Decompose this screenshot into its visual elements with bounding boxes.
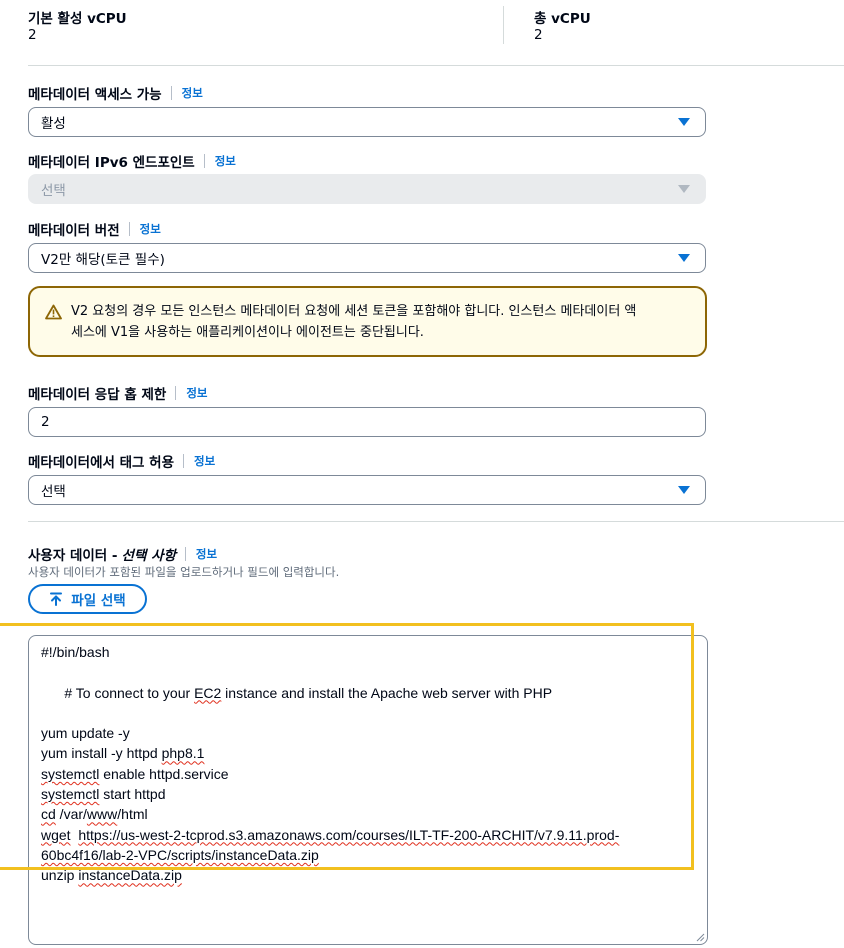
script-text: /var/ bbox=[55, 806, 87, 823]
metadata-ipv6-select-value: 선택 bbox=[41, 183, 66, 199]
user-data-label-text: 사용자 데이터 - bbox=[28, 548, 118, 564]
script-line: systemctl start httpd bbox=[41, 784, 695, 804]
hop-limit-label-text: 메타데이터 응답 홉 제한 bbox=[28, 387, 167, 403]
warning-alert-line: 세스에 V1을 사용하는 애플리케이션이나 에이전트는 중단됩니다. bbox=[71, 325, 424, 340]
metadata-version-select[interactable]: V2만 해당(토큰 필수) bbox=[28, 243, 706, 273]
metadata-tags-select-value: 선택 bbox=[41, 484, 66, 500]
hop-limit-input-value: 2 bbox=[41, 414, 50, 430]
metadata-access-label: 메타데이터 액세스 가능 정보 bbox=[28, 83, 203, 103]
user-data-optional-text: 선택 사항 bbox=[121, 548, 176, 564]
user-data-info-link[interactable]: 정보 bbox=[196, 546, 217, 562]
warning-icon bbox=[45, 304, 62, 320]
script-line: systemctl enable httpd.service bbox=[41, 764, 695, 784]
user-data-description: 사용자 데이터가 포함된 파일을 업로드하거나 필드에 입력합니다. bbox=[28, 565, 340, 579]
metadata-ipv6-select: 선택 bbox=[28, 174, 706, 204]
script-text: unzip bbox=[41, 867, 79, 884]
label-separator bbox=[175, 386, 177, 400]
section-divider bbox=[28, 65, 844, 66]
script-text: cd bbox=[41, 806, 56, 823]
default-vcpu-value: 2 bbox=[28, 27, 37, 43]
label-separator bbox=[170, 86, 172, 100]
metadata-access-select-value: 활성 bbox=[41, 116, 66, 132]
script-text: systemctl bbox=[41, 786, 100, 803]
script-text: wget bbox=[41, 826, 71, 843]
warning-alert: V2 요청의 경우 모든 인스턴스 메타데이터 요청에 세션 토큰을 포함해야 … bbox=[28, 286, 707, 357]
default-vcpu-label: 기본 활성 vCPU bbox=[28, 11, 127, 27]
script-text: instance and install the Apache web serv… bbox=[221, 684, 553, 701]
metadata-tags-info-link[interactable]: 정보 bbox=[194, 453, 215, 469]
script-text: EC2 bbox=[194, 684, 222, 701]
metadata-tags-select[interactable]: 선택 bbox=[28, 475, 706, 505]
metadata-access-label-text: 메타데이터 액세스 가능 bbox=[28, 87, 162, 103]
metadata-version-label: 메타데이터 버전 정보 bbox=[28, 219, 161, 239]
script-line: wget https://us-west-2-tcprod.s3.amazona… bbox=[41, 825, 695, 845]
metadata-tags-label: 메타데이터에서 태그 허용 정보 bbox=[28, 451, 215, 471]
total-vcpu-value: 2 bbox=[534, 27, 543, 43]
script-text: https://us-west-2-tcprod.s3.amazonaws.co… bbox=[78, 826, 620, 843]
script-text: # To connect to your bbox=[64, 684, 195, 701]
script-text: /html bbox=[117, 806, 148, 823]
section-divider bbox=[28, 521, 844, 522]
caret-down-icon bbox=[678, 486, 690, 494]
instance-config-page: 기본 활성 vCPU 2 총 vCPU 2 메타데이터 액세스 가능 정보 활성… bbox=[0, 0, 844, 948]
upload-icon bbox=[50, 592, 63, 606]
hop-limit-label: 메타데이터 응답 홉 제한 정보 bbox=[28, 383, 207, 403]
choose-file-button-label: 파일 선택 bbox=[71, 593, 126, 609]
script-line: 60bc4f16/lab-2-VPC/scripts/instanceData.… bbox=[41, 845, 695, 865]
metadata-version-select-value: V2만 해당(토큰 필수) bbox=[41, 252, 165, 268]
script-text: systemctl bbox=[41, 765, 100, 782]
metadata-access-select[interactable]: 활성 bbox=[28, 107, 706, 137]
metadata-tags-label-text: 메타데이터에서 태그 허용 bbox=[28, 455, 175, 471]
metadata-ipv6-label-text: 메타데이터 IPv6 엔드포인트 bbox=[28, 155, 195, 171]
total-vcpu-label: 총 vCPU bbox=[534, 11, 591, 27]
metadata-access-info-link[interactable]: 정보 bbox=[182, 85, 203, 101]
label-separator bbox=[184, 547, 186, 561]
script-text: instanceData.zip bbox=[78, 867, 182, 884]
script-text: start httpd bbox=[99, 786, 166, 803]
script-line: # To connect to your EC2 instance and in… bbox=[41, 662, 695, 723]
script-text: php8.1 bbox=[161, 745, 205, 762]
label-separator bbox=[203, 154, 205, 168]
caret-down-icon bbox=[678, 185, 690, 193]
metadata-ipv6-label: 메타데이터 IPv6 엔드포인트 정보 bbox=[28, 151, 236, 171]
script-text: 60bc4f16/lab-2-VPC/scripts/instanceData.… bbox=[41, 846, 319, 863]
script-line: yum update -y bbox=[41, 725, 130, 742]
script-line: #!/bin/bash bbox=[41, 644, 110, 660]
script-text: yum install -y httpd bbox=[41, 745, 162, 762]
hop-limit-info-link[interactable]: 정보 bbox=[186, 385, 207, 401]
metadata-ipv6-info-link[interactable]: 정보 bbox=[215, 153, 236, 169]
warning-alert-line: V2 요청의 경우 모든 인스턴스 메타데이터 요청에 세션 토큰을 포함해야 … bbox=[71, 304, 637, 319]
caret-down-icon bbox=[678, 254, 690, 262]
choose-file-button[interactable]: 파일 선택 bbox=[28, 584, 147, 614]
script-line: unzip instanceData.zip bbox=[41, 865, 695, 885]
script-text: enable httpd.service bbox=[99, 765, 229, 782]
script-line: yum install -y httpd php8.1 bbox=[41, 743, 695, 763]
warning-alert-text: V2 요청의 경우 모든 인스턴스 메타데이터 요청에 세션 토큰을 포함해야 … bbox=[71, 301, 691, 343]
resize-handle-icon[interactable] bbox=[695, 932, 705, 942]
hop-limit-input[interactable]: 2 bbox=[28, 407, 706, 437]
caret-down-icon bbox=[678, 118, 690, 126]
metadata-version-info-link[interactable]: 정보 bbox=[140, 221, 161, 237]
user-data-label: 사용자 데이터 - 선택 사항 정보 bbox=[28, 544, 217, 564]
label-separator bbox=[128, 222, 130, 236]
script-text: www bbox=[86, 806, 118, 823]
metadata-version-label-text: 메타데이터 버전 bbox=[28, 223, 120, 239]
label-separator bbox=[183, 454, 185, 468]
stats-divider bbox=[503, 6, 504, 44]
user-data-textarea[interactable]: #!/bin/bash # To connect to your EC2 ins… bbox=[28, 635, 708, 945]
script-line: cd /var/www/html bbox=[41, 804, 695, 824]
